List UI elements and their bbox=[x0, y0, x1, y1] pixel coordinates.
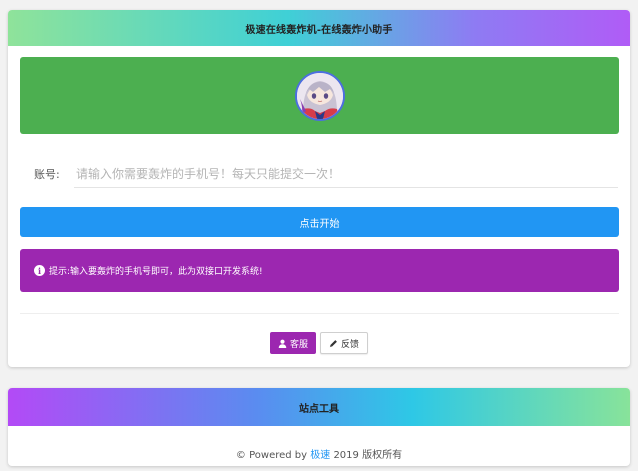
service-button[interactable]: 客服 bbox=[269, 332, 316, 354]
avatar bbox=[294, 70, 345, 121]
page: 极速在线轰炸机-在线轰炸小助手 账号: 请输入你需要轰炸的手机号！每天只能提交一… bbox=[0, 0, 638, 471]
site-tools-title: 站点工具 bbox=[299, 403, 339, 415]
header-bar: 极速在线轰炸机-在线轰炸小助手 bbox=[8, 10, 630, 46]
main-card: 极速在线轰炸机-在线轰炸小助手 账号: 请输入你需要轰炸的手机号！每天只能提交一… bbox=[8, 10, 630, 367]
phone-number-input[interactable] bbox=[74, 160, 618, 188]
start-button[interactable]: 点击开始 bbox=[20, 207, 619, 237]
feedback-button-label: 反馈 bbox=[341, 339, 360, 350]
brand-link[interactable]: 极速 bbox=[310, 450, 330, 461]
action-button-group: 客服 反馈 bbox=[8, 332, 630, 354]
account-label: 账号: bbox=[34, 168, 60, 181]
start-button-label: 点击开始 bbox=[299, 218, 340, 230]
page-title: 极速在线轰炸机-在线轰炸小助手 bbox=[245, 24, 393, 36]
footer-card: 站点工具 © Powered by 极速 2019 版权所有 bbox=[8, 388, 630, 466]
tip-text: 提示:输入要轰炸的手机号即可，此为双接口开发系统! bbox=[49, 267, 263, 277]
pencil-icon bbox=[329, 339, 337, 347]
tip-alert: i 提示:输入要轰炸的手机号即可，此为双接口开发系统! bbox=[20, 249, 619, 292]
divider bbox=[20, 313, 619, 314]
service-button-label: 客服 bbox=[289, 339, 308, 350]
anime-avatar-image bbox=[296, 72, 343, 119]
copyright-line: © Powered by 极速 2019 版权所有 bbox=[8, 446, 630, 461]
user-icon bbox=[278, 339, 287, 348]
powered-suffix: 2019 版权所有 bbox=[333, 450, 403, 461]
site-tools-bar: 站点工具 bbox=[8, 388, 630, 426]
powered-prefix: © Powered by bbox=[235, 450, 308, 461]
avatar-panel bbox=[20, 57, 619, 134]
feedback-button[interactable]: 反馈 bbox=[320, 332, 369, 354]
account-field-row: 账号: bbox=[28, 160, 618, 188]
info-circle-icon: i bbox=[34, 265, 45, 276]
